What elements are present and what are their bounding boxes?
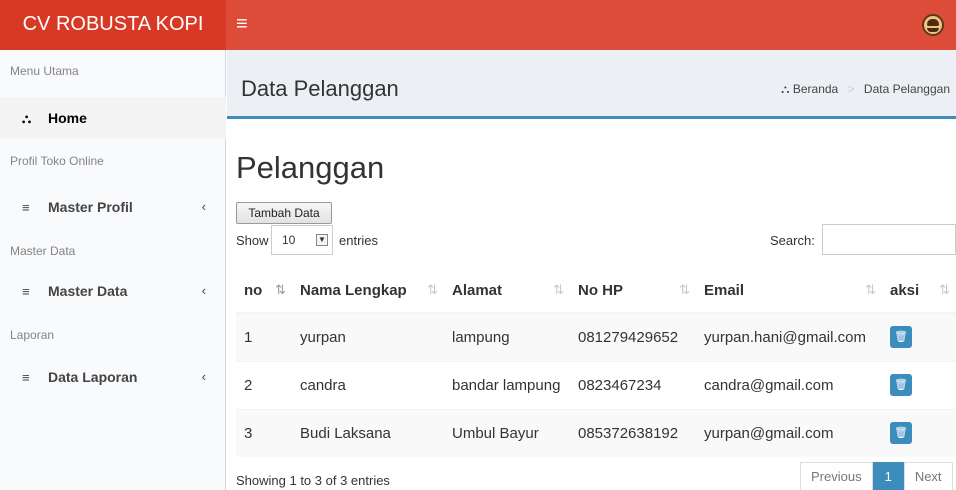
cell-no: 2 (236, 360, 292, 409)
cell-hp: 081279429652 (570, 312, 696, 361)
cell-aksi: 🗑 (882, 312, 956, 361)
table-header-row: no ⇅ Nama Lengkap ⇅ Alamat ⇅ No HP ⇅ Email ⇅ … (236, 268, 956, 314)
cell-email: yurpan@gmail.com (696, 408, 882, 457)
previous-page-button[interactable]: Previous (800, 462, 873, 490)
sidebar-toggle-icon[interactable]: ≡ (236, 12, 248, 36)
delete-button[interactable]: 🗑 (890, 326, 912, 349)
sidebar-item-label: Home (48, 110, 87, 126)
dashboard-icon: ⛬ (781, 82, 790, 96)
chevron-left-icon: ‹ (201, 369, 206, 384)
column-header-no[interactable]: no ⇅ (236, 268, 292, 314)
page-1-button[interactable]: 1 (872, 462, 904, 490)
sidebar-item-label: Data Laporan (48, 369, 138, 385)
trash-icon: 🗑 (894, 427, 908, 440)
chevron-left-icon: ‹ (201, 199, 206, 214)
brand-logo[interactable]: CV ROBUSTA KOPI (0, 0, 226, 50)
sort-icon: ⇅ (679, 282, 690, 297)
table-row: 3 Budi Laksana Umbul Bayur 085372638192 … (236, 408, 956, 457)
chevron-left-icon: ‹ (201, 283, 206, 298)
entries-label: entries (339, 233, 379, 248)
sort-icon: ⇅ (865, 282, 876, 297)
delete-button[interactable]: 🗑 (890, 422, 912, 445)
sidebar-item-master-profil[interactable]: ≡ Master Profil ‹ (0, 186, 226, 228)
column-header-no-hp[interactable]: No HP ⇅ (570, 268, 696, 314)
table-info: Showing 1 to 3 of 3 entries (236, 473, 390, 488)
cell-alamat: lampung (444, 312, 570, 361)
column-header-aksi[interactable]: aksi ⇅ (882, 268, 956, 314)
box-top-border (227, 116, 956, 119)
sidebar-item-label: Master Data (48, 283, 128, 299)
table-row: 1 yurpan lampung 081279429652 yurpan.han… (236, 312, 956, 361)
column-header-alamat[interactable]: Alamat ⇅ (444, 268, 570, 314)
sidebar-header-master-data: Master Data (10, 244, 76, 258)
cell-hp: 085372638192 (570, 408, 696, 457)
sort-icon: ⇅ (553, 282, 564, 297)
sidebar-header-profil: Profil Toko Online (10, 154, 104, 168)
delete-button[interactable]: 🗑 (890, 374, 912, 396)
database-icon: ≡ (22, 370, 30, 385)
column-header-email[interactable]: Email ⇅ (696, 268, 882, 314)
trash-icon: 🗑 (894, 379, 908, 391)
pagination: Previous 1 Next (800, 462, 953, 490)
customers-table: no ⇅ Nama Lengkap ⇅ Alamat ⇅ No HP ⇅ Email ⇅ … (236, 268, 956, 457)
sidebar-item-master-data[interactable]: ≡ Master Data ‹ (0, 270, 226, 312)
sidebar: Menu Utama ⛬ Home Profil Toko Online ≡ Mas… (0, 50, 226, 490)
page-length-select[interactable]: 10 ▼ (271, 225, 333, 255)
dashboard-icon: ⛬ (22, 111, 32, 126)
cell-alamat: bandar lampung (444, 360, 570, 409)
sidebar-header-menu-utama: Menu Utama (10, 64, 79, 78)
table-row: 2 candra bandar lampung 0823467234 candr… (236, 360, 956, 409)
box-title: Pelanggan (236, 150, 385, 185)
next-page-button[interactable]: Next (903, 462, 953, 490)
caret-down-icon: ▼ (316, 234, 328, 246)
cell-nama: yurpan (292, 312, 444, 361)
database-icon: ≡ (22, 200, 30, 215)
cell-email: candra@gmail.com (696, 360, 882, 409)
sort-asc-icon: ⇅ (275, 282, 286, 297)
cell-email: yurpan.hani@gmail.com (696, 312, 882, 361)
cell-nama: Budi Laksana (292, 408, 444, 457)
sidebar-item-home[interactable]: ⛬ Home (0, 97, 226, 139)
trash-icon: 🗑 (894, 331, 908, 344)
cell-nama: candra (292, 360, 444, 409)
breadcrumb-home-link[interactable]: Beranda (793, 82, 838, 96)
cell-no: 1 (236, 312, 292, 361)
breadcrumb: ⛬ Beranda > Data Pelanggan (781, 82, 950, 97)
sort-icon: ⇅ (427, 282, 438, 297)
breadcrumb-current: Data Pelanggan (863, 82, 950, 96)
show-label: Show (236, 233, 269, 248)
cell-aksi: 🗑 (882, 408, 956, 457)
cell-aksi: 🗑 (882, 360, 956, 409)
cell-hp: 0823467234 (570, 360, 696, 409)
user-avatar[interactable] (922, 14, 944, 36)
add-data-button[interactable]: Tambah Data (236, 202, 332, 224)
sidebar-header-laporan: Laporan (10, 328, 55, 342)
cell-no: 3 (236, 408, 292, 457)
sidebar-item-data-laporan[interactable]: ≡ Data Laporan ‹ (0, 356, 226, 398)
column-header-nama[interactable]: Nama Lengkap ⇅ (292, 268, 444, 314)
content-header: Data Pelanggan ⛬ Beranda > Data Pelangga… (227, 50, 956, 116)
search-label: Search: (770, 233, 815, 248)
breadcrumb-separator: > (847, 82, 855, 96)
search-input[interactable] (822, 224, 956, 255)
page-title: Data Pelanggan (241, 76, 399, 101)
top-navbar: CV ROBUSTA KOPI ≡ (0, 0, 956, 50)
sort-icon: ⇅ (939, 282, 950, 297)
cell-alamat: Umbul Bayur (444, 408, 570, 457)
page-length-value: 10 (282, 233, 296, 247)
database-icon: ≡ (22, 284, 30, 299)
sidebar-item-label: Master Profil (48, 199, 133, 215)
